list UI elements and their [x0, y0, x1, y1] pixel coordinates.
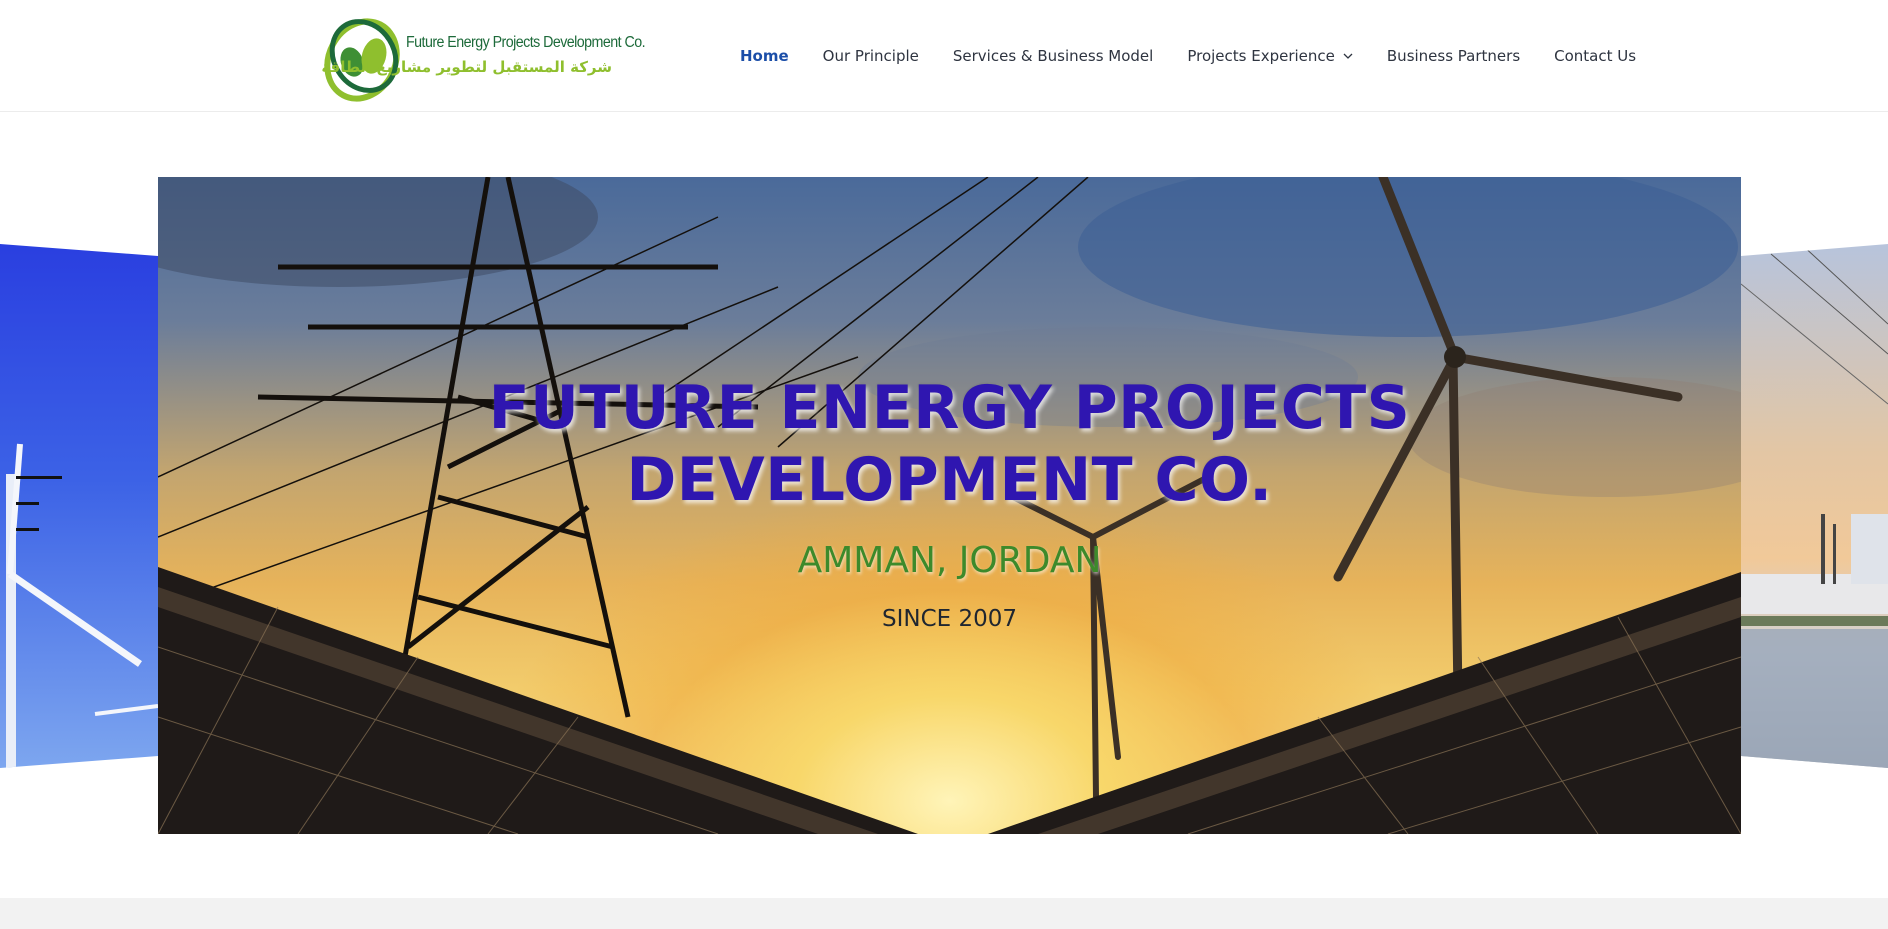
- nav-item-home[interactable]: Home: [740, 47, 789, 65]
- logo-name-ar: شركة المستقبل لتطوير مشاريع الطاقة: [321, 58, 612, 76]
- page: Future Energy Projects Development Co. ش…: [0, 0, 1888, 929]
- hero-title-line-1: FUTURE ENERGY PROJECTS: [488, 373, 1411, 443]
- nav-item-contact-us[interactable]: Contact Us: [1554, 47, 1636, 65]
- menu-toggle-icon[interactable]: [16, 476, 64, 534]
- nav-item-services-business-model[interactable]: Services & Business Model: [953, 47, 1153, 65]
- main-nav: Home Our Principle Services & Business M…: [740, 43, 1636, 69]
- nav-item-our-principle[interactable]: Our Principle: [823, 47, 919, 65]
- logo-mark-icon: [324, 18, 400, 102]
- menu-toggle-bar: [16, 528, 39, 531]
- nav-item-business-partners[interactable]: Business Partners: [1387, 47, 1520, 65]
- chevron-down-icon: [1343, 53, 1353, 59]
- nav-item-projects-experience-label: Projects Experience: [1187, 47, 1335, 65]
- logo-name-en: Future Energy Projects Development Co.: [406, 34, 646, 51]
- logo-text: Future Energy Projects Development Co. ش…: [321, 34, 666, 76]
- site-header: Future Energy Projects Development Co. ش…: [0, 0, 1888, 112]
- site-logo[interactable]: Future Energy Projects Development Co. ش…: [321, 8, 646, 102]
- next-section-band: [0, 898, 1888, 929]
- menu-toggle-bar: [16, 502, 39, 505]
- carousel-next-slide[interactable]: [1741, 244, 1888, 768]
- power-station-image: [1741, 244, 1888, 768]
- hero-title-line-2: DEVELOPMENT CO.: [626, 445, 1273, 515]
- menu-toggle-bar: [16, 476, 62, 479]
- nav-item-projects-experience[interactable]: Projects Experience: [1187, 47, 1353, 65]
- hero-title: FUTURE ENERGY PROJECTS DEVELOPMENT CO.: [158, 372, 1741, 516]
- hero-since: SINCE 2007: [881, 606, 1018, 632]
- hero-location: AMMAN, JORDAN: [797, 540, 1102, 581]
